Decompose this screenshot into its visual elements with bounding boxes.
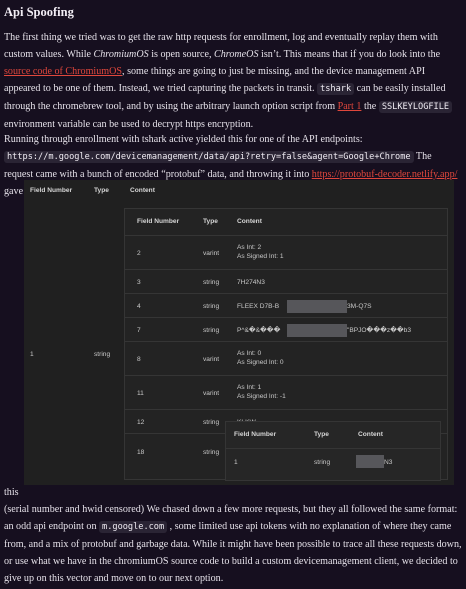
field-type: varint (203, 356, 220, 363)
table-row: 7 string P^&�&��� "BPJO���z��b3 (125, 317, 447, 342)
link-part-1[interactable]: Part 1 (338, 101, 362, 112)
image-trailing-text: this (4, 487, 19, 498)
field-content: 3M-Q7S (347, 303, 372, 310)
inline-code-url: https://m.google.com/devicemanagement/da… (4, 151, 414, 163)
paragraph-intro: The first thing we tried was to get the … (4, 29, 462, 133)
text: is open source, (148, 49, 215, 60)
field-content: "BPJO���z��b3 (347, 327, 411, 334)
field-number: 1 (30, 351, 34, 358)
field-number: 4 (137, 303, 141, 310)
table-row: 3 string 7H274N3 (125, 269, 447, 294)
field-number: 8 (137, 356, 141, 363)
field-content: As Int: 1 (237, 384, 262, 391)
field-type: string (203, 449, 220, 456)
field-content: As Int: 2 (237, 244, 262, 251)
field-type: string (203, 303, 220, 310)
column-header: Content (130, 187, 155, 194)
field-number: 18 (137, 449, 145, 456)
table-row: 11 varint As Int: 1 As Signed Int: -1 (125, 375, 447, 410)
text: gave (4, 186, 24, 197)
text-italic: ChromeOS (214, 49, 259, 60)
text-italic: ChromiumOS (93, 49, 149, 60)
field-content: As Int: 0 (237, 350, 262, 357)
table-row: 1 string N3 (226, 448, 440, 481)
field-content: As Signed Int: -1 (237, 393, 286, 400)
text: isn’t. This means that if you do look in… (258, 49, 441, 60)
inner-table: Field Number Type Content 2 varint As In… (124, 208, 448, 481)
field-type: string (314, 459, 331, 466)
column-header: Field Number (234, 431, 277, 438)
field-type: string (94, 351, 111, 358)
column-header: Type (314, 431, 329, 438)
field-number: 1 (234, 459, 238, 466)
column-header: Content (358, 431, 383, 438)
text: Running through enrollment with tshark a… (4, 134, 363, 145)
table-row: 2 varint As Int: 2 As Signed Int: 1 (125, 235, 447, 270)
column-header: Type (203, 218, 218, 225)
field-number: 12 (137, 419, 145, 426)
column-header: Field Number (137, 218, 180, 225)
text: the (361, 101, 379, 112)
field-content: P^&�&��� (237, 327, 281, 334)
censor-block (287, 300, 347, 313)
field-type: varint (203, 250, 220, 257)
field-content: As Signed Int: 0 (237, 359, 284, 366)
paragraph-conclusion: (serial number and hwid censored) We cha… (4, 501, 462, 587)
column-header: Content (237, 218, 262, 225)
protobuf-decoder-screenshot: Field Number Type Content 1 string Field… (24, 180, 454, 485)
censor-block (287, 324, 347, 337)
field-number: 2 (137, 250, 141, 257)
text: environment variable can be used to decr… (4, 119, 254, 130)
nested-table: Field Number Type Content 1 string N3 (225, 421, 441, 481)
field-number: 11 (137, 390, 144, 397)
field-content: FLEEX D7B-B (237, 303, 280, 310)
section-heading: Api Spoofing (4, 5, 74, 19)
link-chromiumos-source[interactable]: source code of ChromiumOS (4, 66, 122, 77)
field-number: 3 (137, 279, 141, 286)
field-type: string (203, 419, 220, 426)
inline-code: tshark (317, 83, 355, 95)
field-content: As Signed Int: 1 (237, 253, 284, 260)
table-row: 4 string FLEEX D7B-B 3M-Q7S (125, 293, 447, 318)
table-row: 8 varint As Int: 0 As Signed Int: 0 (125, 341, 447, 376)
link-protobuf-decoder[interactable]: https://protobuf-decoder.netlify.app/ (312, 169, 458, 180)
inline-code: m.google.com (99, 521, 168, 533)
column-header: Field Number (30, 187, 73, 194)
field-content: 7H274N3 (237, 279, 265, 286)
field-type: string (203, 279, 220, 286)
inline-code: SSLKEYLOGFILE (378, 101, 453, 113)
column-header: Type (94, 187, 109, 194)
field-number: 7 (137, 327, 141, 334)
censor-block (356, 455, 384, 468)
field-content: N3 (384, 459, 393, 466)
field-type: string (203, 327, 220, 334)
field-type: varint (203, 390, 220, 397)
